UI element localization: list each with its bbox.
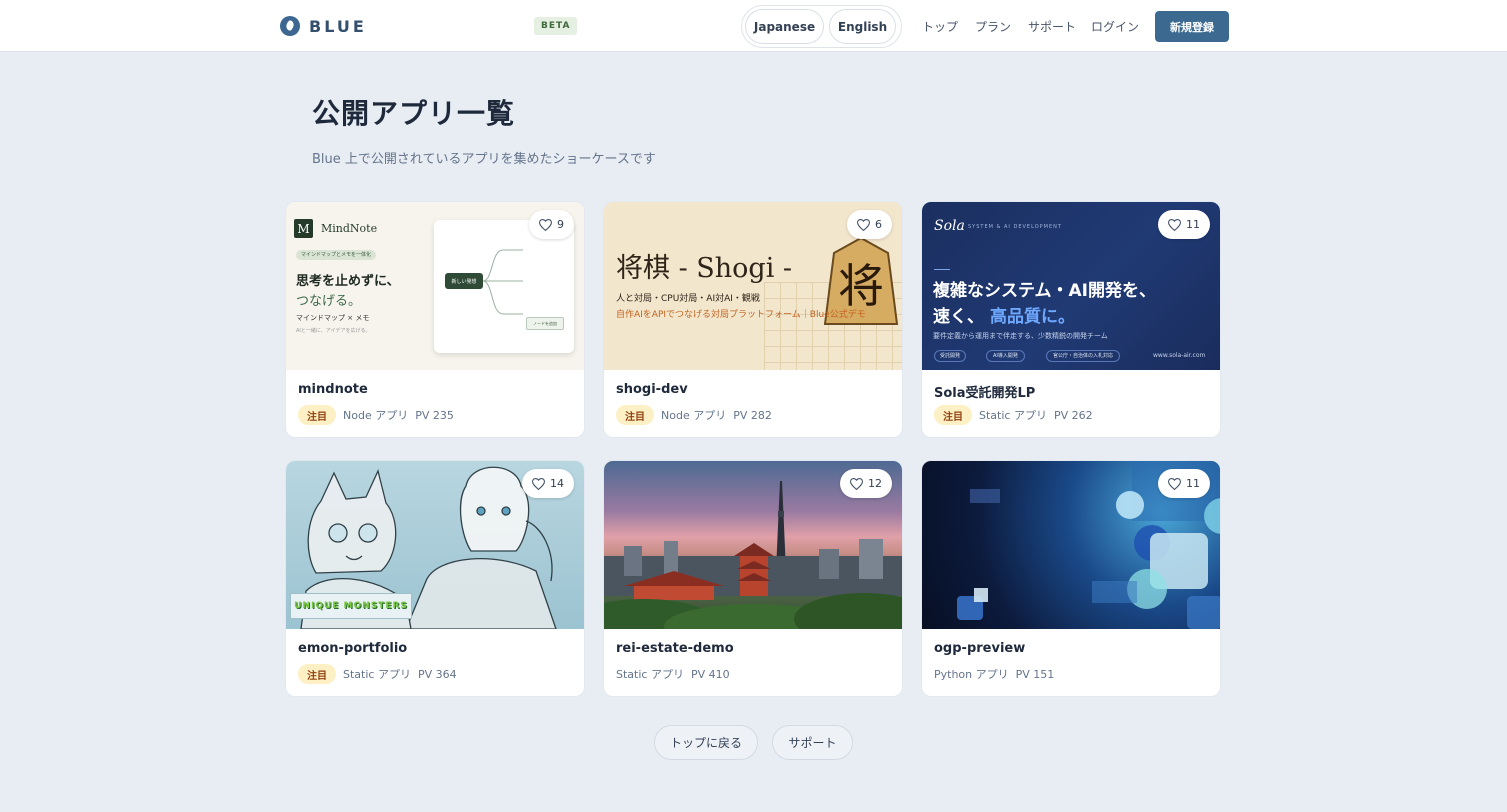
- thumb-headline-2: つなげる。: [296, 294, 362, 309]
- thumb-headline: 将棋 - Shogi -: [616, 253, 793, 284]
- app-meta: 注目 Node アプリ PV 282: [616, 405, 772, 425]
- app-title[interactable]: rei-estate-demo: [616, 641, 734, 656]
- app-meta: 注目 Node アプリ PV 235: [298, 405, 454, 425]
- app-type: Node アプリ: [343, 409, 409, 422]
- like-count: 9: [557, 218, 564, 231]
- language-switcher: Japanese English: [741, 5, 902, 48]
- app-type: Static アプリ: [979, 409, 1047, 422]
- heart-icon: [532, 477, 545, 490]
- app-meta: Static アプリ PV 410: [616, 666, 730, 682]
- featured-badge: 注目: [298, 664, 336, 684]
- thumb-logo-box: UNIQUE MONSTERS: [290, 593, 412, 619]
- page-title: 公開アプリ一覧: [312, 97, 516, 130]
- lang-english-button[interactable]: English: [829, 9, 896, 44]
- app-title[interactable]: emon-portfolio: [298, 641, 407, 656]
- like-button[interactable]: 9: [529, 210, 574, 239]
- app-type: Static アプリ: [343, 668, 411, 681]
- app-card-shogi-dev[interactable]: 将棋 - Shogi - 将 人と対局・CPU対局・AI対AI・観戦 自作AIを…: [603, 201, 903, 438]
- logo-icon: [280, 16, 300, 36]
- app-title[interactable]: ogp-preview: [934, 641, 1025, 656]
- thumb-chip: 官公庁・自治体の入札対応: [1046, 350, 1121, 362]
- app-pv: PV 410: [690, 667, 730, 681]
- app-meta: Python アプリ PV 151: [934, 666, 1054, 682]
- beta-badge: BETA: [534, 17, 578, 35]
- app-card-rei-estate-demo[interactable]: 12 rei-estate-demo Static アプリ PV 410: [603, 460, 903, 697]
- app-title[interactable]: Sola受託開発LP: [934, 382, 1035, 401]
- signup-button[interactable]: 新規登録: [1155, 11, 1229, 42]
- app-type: Node アプリ: [661, 409, 727, 422]
- featured-badge: 注目: [616, 405, 654, 425]
- heart-icon: [539, 218, 552, 231]
- mindnote-logo-icon: M: [294, 219, 313, 238]
- brand-name: BLUE: [309, 16, 367, 36]
- mindmap-branches: [483, 249, 523, 315]
- thumb-tagline: マインドマップ × メモ: [296, 314, 370, 322]
- lang-japanese-button[interactable]: Japanese: [745, 9, 824, 44]
- like-count: 11: [1186, 477, 1200, 490]
- app-type: Static アプリ: [616, 668, 684, 681]
- nav-login-link[interactable]: ログイン: [1091, 18, 1139, 35]
- like-button[interactable]: 12: [840, 469, 892, 498]
- page-subtitle: Blue 上で公開されているアプリを集めたショーケースです: [312, 152, 656, 167]
- like-count: 6: [875, 218, 882, 231]
- top-bar: BLUE BETA Japanese English トップ プラン サポート …: [0, 0, 1507, 52]
- featured-badge: 注目: [934, 405, 972, 425]
- app-card-ogp-preview[interactable]: 11 ogp-preview Python アプリ PV 151: [921, 460, 1221, 697]
- nav-plan-link[interactable]: プラン: [975, 18, 1011, 35]
- like-button[interactable]: 11: [1158, 469, 1210, 498]
- thumb-headline-2: 速く、: [933, 307, 984, 327]
- heart-icon: [857, 218, 870, 231]
- heart-icon: [1168, 477, 1181, 490]
- app-pv: PV 262: [1053, 408, 1093, 422]
- heart-icon: [1168, 218, 1181, 231]
- app-title[interactable]: shogi-dev: [616, 382, 688, 397]
- like-count: 12: [868, 477, 882, 490]
- app-meta: 注目 Static アプリ PV 364: [298, 664, 457, 684]
- thumb-note: AIと一緒に、アイデアを広げる。: [296, 328, 371, 334]
- app-pv: PV 235: [415, 408, 454, 422]
- thumb-mindmap-panel: 新しい発想 ノードを追加: [434, 220, 574, 353]
- thumb-node: 新しい発想: [445, 273, 483, 289]
- support-button[interactable]: サポート: [772, 725, 853, 760]
- thumb-brand: MindNote: [321, 222, 378, 235]
- back-to-top-button[interactable]: トップに戻る: [654, 725, 758, 760]
- heart-icon: [850, 477, 863, 490]
- like-count: 14: [550, 477, 564, 490]
- thumb-logo-text: UNIQUE MONSTERS: [294, 601, 408, 611]
- thumb-tag: マインドマップとメモを一体化: [296, 250, 377, 260]
- app-card-sola[interactable]: Sola SYSTEM & AI DEVELOPMENT 複雑なシステム・AI開…: [921, 201, 1221, 438]
- like-button[interactable]: 6: [847, 210, 892, 239]
- like-count: 11: [1186, 218, 1200, 231]
- thumb-headline-1: 思考を止めずに、: [296, 274, 400, 289]
- app-card-emon-portfolio[interactable]: UNIQUE MONSTERS 14 emon-portfolio 注目 Sta…: [285, 460, 585, 697]
- thumb-accent-line: [934, 269, 950, 270]
- thumb-line-2: 自作AIをAPIでつなげる対局プラットフォーム｜Blue公式デモ: [616, 310, 866, 320]
- app-pv: PV 151: [1015, 667, 1055, 681]
- thumb-line-1: 人と対局・CPU対局・AI対AI・観戦: [616, 294, 760, 304]
- app-title[interactable]: mindnote: [298, 382, 368, 397]
- like-button[interactable]: 11: [1158, 210, 1210, 239]
- app-type: Python アプリ: [934, 668, 1009, 681]
- nav-top-link[interactable]: トップ: [922, 18, 958, 35]
- app-pv: PV 364: [417, 667, 457, 681]
- brand-logo[interactable]: BLUE: [280, 16, 367, 36]
- featured-badge: 注目: [298, 405, 336, 425]
- thumb-brand: Sola: [934, 218, 965, 234]
- thumb-cta: ノードを追加: [526, 317, 564, 330]
- app-card-mindnote[interactable]: M MindNote マインドマップとメモを一体化 思考を止めずに、 つなげる。…: [285, 201, 585, 438]
- app-meta: 注目 Static アプリ PV 262: [934, 405, 1093, 425]
- thumb-description: 要件定義から運用まで伴走する、少数精鋭の開発チーム: [933, 332, 1108, 340]
- thumb-headline-accent: 高品質に。: [990, 307, 1075, 327]
- thumb-url: www.sola-air.com: [1153, 352, 1206, 359]
- thumb-chip: AI導入開発: [986, 350, 1025, 362]
- thumb-chip: 受託開発: [934, 350, 967, 362]
- like-button[interactable]: 14: [522, 469, 574, 498]
- thumb-headline-1: 複雑なシステム・AI開発を、: [933, 281, 1156, 301]
- app-pv: PV 282: [733, 408, 772, 422]
- nav-support-link[interactable]: サポート: [1028, 18, 1076, 35]
- thumb-brand-sub: SYSTEM & AI DEVELOPMENT: [968, 224, 1062, 230]
